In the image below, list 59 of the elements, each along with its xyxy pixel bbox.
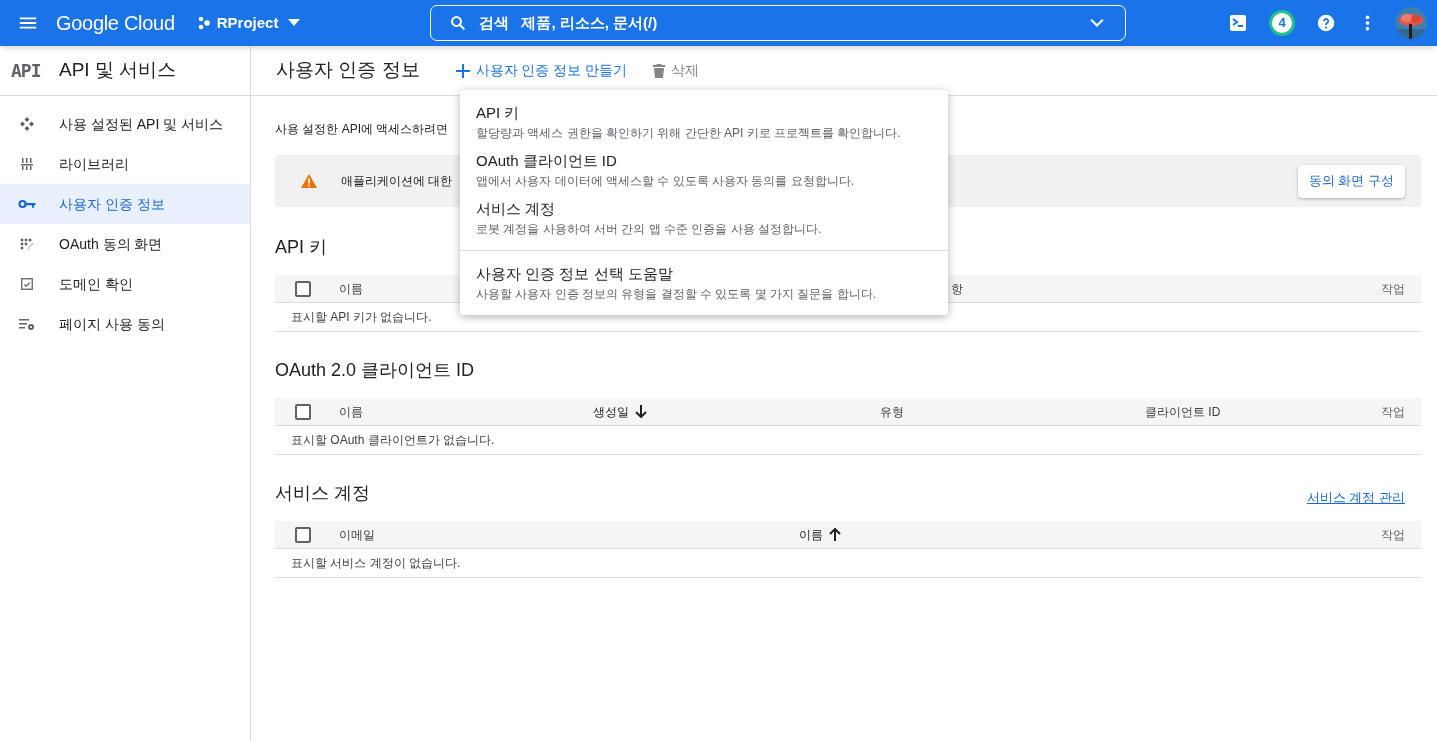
project-selector[interactable]: RProject bbox=[196, 11, 301, 35]
column-header[interactable]: 유형 bbox=[880, 402, 904, 421]
empty-message: 표시할 API 키가 없습니다. bbox=[291, 309, 432, 326]
search-input[interactable]: 제품, 리소스, 문서(/) bbox=[521, 11, 1076, 35]
dots-grid-icon bbox=[19, 236, 35, 252]
search-bar[interactable]: 검색 제품, 리소스, 문서(/) bbox=[430, 5, 1127, 41]
section-title: API 키 bbox=[275, 236, 327, 259]
search-icon bbox=[449, 14, 468, 32]
list-settings-icon bbox=[18, 316, 36, 332]
manage-link[interactable]: 서비스 계정 관리 bbox=[1306, 487, 1405, 507]
menu-item[interactable]: 사용자 인증 정보 선택 도움말 사용할 사용자 인증 정보의 유형을 결정할 수 있도록 몇 가지 질문을 합니다. bbox=[460, 259, 948, 307]
section-title: OAuth 2.0 클라이언트 ID bbox=[275, 359, 475, 382]
sidebar-item[interactable]: 라이브러리 bbox=[0, 144, 250, 184]
column-header[interactable]: 생성일 bbox=[593, 402, 629, 421]
avatar-button[interactable] bbox=[1395, 7, 1427, 39]
checkbox[interactable] bbox=[295, 403, 311, 420]
api-logo: API bbox=[11, 59, 42, 83]
key-icon bbox=[18, 198, 36, 210]
menu-item[interactable]: API 키 할당량과 액세스 권한을 확인하기 위해 간단한 API 키로 프로젝트를 확인합니다. bbox=[460, 98, 948, 146]
caret-icon bbox=[288, 19, 301, 27]
menu-item[interactable]: OAuth 클라이언트 ID 앱에서 사용자 데이터에 액세스할 수 있도록 사용자 동의를 요청합니다. bbox=[460, 146, 948, 194]
column-header: 작업 bbox=[1381, 526, 1405, 544]
trash-icon bbox=[653, 63, 666, 78]
sidebar-item[interactable]: 사용자 인증 정보 bbox=[0, 184, 250, 224]
column-header: 작업 bbox=[1381, 403, 1405, 421]
column-header[interactable]: 클라이언트 ID bbox=[1145, 402, 1221, 421]
sidebar-item[interactable]: OAuth 동의 화면 bbox=[0, 224, 250, 264]
column-header[interactable]: 이름 bbox=[799, 525, 823, 544]
column-header[interactable]: 이메일 bbox=[339, 525, 375, 544]
column-header[interactable]: 이름 bbox=[339, 279, 363, 298]
create-button[interactable]: 사용자 인증 정보 만들기 bbox=[455, 60, 628, 81]
sidebar-item[interactable]: 페이지 사용 동의 bbox=[0, 304, 250, 344]
menu-item[interactable]: 서비스 계정 로봇 계정을 사용하여 서버 간의 앱 수준 인증을 사용 설정합니다. bbox=[460, 194, 948, 242]
warning-icon bbox=[301, 174, 317, 188]
info-text: 사용 설정한 API에 액세스하려면 bbox=[275, 121, 449, 138]
empty-message: 표시할 OAuth 클라이언트가 없습니다. bbox=[291, 432, 495, 449]
warning-text: 애플리케이션에 대한 bbox=[341, 173, 453, 190]
column-header[interactable]: 이름 bbox=[339, 402, 363, 421]
more-icon bbox=[1364, 15, 1370, 31]
plus-icon bbox=[455, 63, 470, 78]
configure-consent-button[interactable]: 동의 화면 구성 bbox=[1297, 164, 1405, 198]
sidebar-title: API 및 서비스 bbox=[59, 58, 177, 83]
checkbox[interactable] bbox=[295, 280, 311, 297]
empty-message: 표시할 서비스 계정이 없습니다. bbox=[291, 555, 461, 572]
sidebar-item[interactable]: 도메인 확인 bbox=[0, 264, 250, 304]
notification-badge[interactable]: 4 bbox=[1269, 10, 1295, 36]
project-icon bbox=[196, 16, 211, 30]
checkbox[interactable] bbox=[295, 526, 311, 543]
help-icon bbox=[1317, 14, 1335, 32]
page-title: 사용자 인증 정보 bbox=[276, 58, 420, 83]
move-arrows-icon bbox=[19, 116, 35, 132]
terminal-icon bbox=[1230, 15, 1246, 31]
column-header[interactable]: 항 bbox=[951, 279, 963, 298]
logo[interactable]: Google Cloud bbox=[56, 8, 175, 38]
checkbox-icon bbox=[20, 277, 34, 291]
library-icon bbox=[19, 156, 35, 172]
column-header: 작업 bbox=[1381, 280, 1405, 298]
sidebar-item[interactable]: 사용 설정된 API 및 서비스 bbox=[0, 104, 250, 144]
section-title: 서비스 계정 bbox=[275, 482, 370, 505]
